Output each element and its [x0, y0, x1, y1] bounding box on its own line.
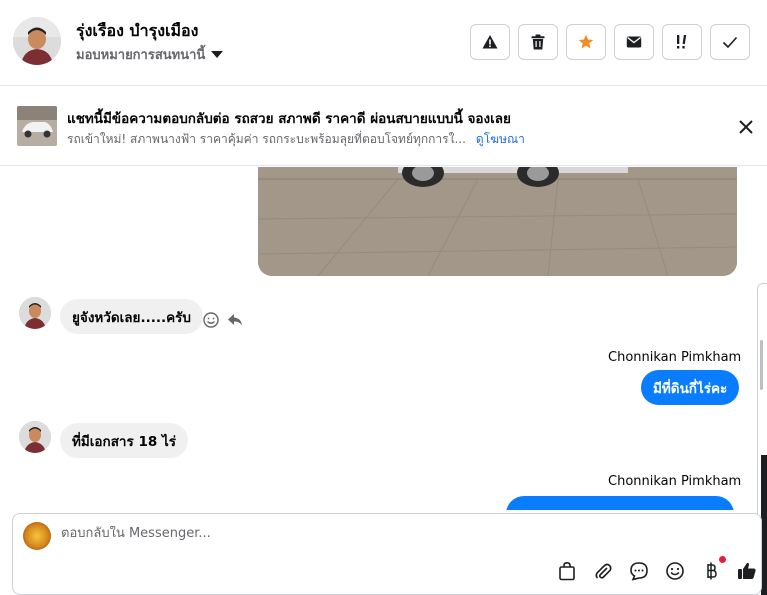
assign-label: มอบหมายการสนทนานี้ — [76, 48, 206, 63]
view-ad-link[interactable]: ดูโฆษณา — [476, 130, 525, 149]
outgoing-message[interactable]: มีที่ดินกี่ไร่คะ — [641, 370, 740, 405]
star-icon — [578, 34, 594, 49]
attach-file-button[interactable] — [592, 560, 614, 582]
exclamation-icon — [677, 35, 687, 49]
paperclip-icon — [595, 563, 612, 579]
envelope-icon — [626, 36, 642, 48]
delete-button[interactable] — [518, 24, 558, 60]
emoji-reaction-icon[interactable] — [202, 311, 220, 329]
ad-title: แชทนี้มีข้อความตอบกลับต่อ รถสวย สภาพดี ร… — [67, 111, 511, 127]
ad-subtitle: รถเข้าใหม่! สภาพนางฟ้า ราคาคุ้มค่า รถกระ… — [67, 132, 466, 146]
trash-icon — [531, 34, 545, 50]
side-panel-scrollbar[interactable] — [760, 340, 763, 390]
message-thread[interactable]: ยูจังหวัดเลย.....ครับ Chonnikan Pimkham … — [0, 167, 767, 510]
reply-input[interactable] — [61, 526, 661, 541]
notification-dot — [719, 556, 726, 563]
report-button[interactable] — [470, 24, 510, 60]
shopping-bag-icon — [559, 561, 575, 581]
shopping-bag-button[interactable] — [556, 560, 578, 582]
ad-subtitle-row: รถเข้าใหม่! สภาพนางฟ้า ราคาคุ้มค่า รถกระ… — [67, 130, 525, 149]
sender-name: Chonnikan Pimkham — [608, 350, 742, 365]
close-icon[interactable] — [737, 118, 755, 136]
conversation-header: รุ่งเรือง บำรุงเมือง มอบหมายการสนทนานี้ — [0, 0, 767, 86]
header-actions — [470, 24, 750, 60]
emoji-icon — [666, 562, 684, 580]
emoji-button[interactable] — [664, 560, 686, 582]
caret-down-icon — [211, 51, 224, 58]
contact-name[interactable]: รุ่งเรือง บำรุงเมือง — [76, 19, 198, 44]
follow-up-button[interactable] — [662, 24, 702, 60]
outgoing-message-partial[interactable] — [506, 496, 734, 510]
reply-icon[interactable] — [226, 311, 244, 329]
assign-conversation-dropdown[interactable]: มอบหมายการสนทนานี้ — [76, 44, 224, 65]
saved-replies-button[interactable] — [628, 560, 650, 582]
thumbs-up-icon — [738, 562, 756, 579]
incoming-message[interactable]: ที่มีเอกสาร 18 ไร่ — [60, 423, 188, 458]
check-icon — [722, 36, 738, 49]
message-actions — [202, 311, 244, 329]
payment-button[interactable] — [700, 556, 726, 582]
star-button[interactable] — [566, 24, 606, 60]
ad-context-banner: แชทนี้มีข้อความตอบกลับต่อ รถสวย สภาพดี ร… — [0, 87, 767, 166]
contact-avatar-small[interactable] — [19, 421, 51, 453]
chat-bubble-icon — [630, 562, 648, 581]
incoming-message[interactable]: ยูจังหวัดเลย.....ครับ — [60, 299, 203, 334]
like-button[interactable] — [736, 560, 758, 582]
composer-tools — [556, 556, 758, 582]
image-attachment[interactable] — [258, 167, 737, 276]
done-button[interactable] — [710, 24, 750, 60]
reply-composer — [12, 513, 762, 595]
ad-thumbnail[interactable] — [17, 106, 57, 146]
mark-unread-button[interactable] — [614, 24, 654, 60]
page-avatar — [23, 522, 51, 550]
contact-avatar[interactable] — [13, 17, 61, 65]
warning-icon — [482, 35, 498, 49]
contact-avatar-small[interactable] — [19, 297, 51, 329]
baht-icon — [707, 562, 717, 580]
sender-name: Chonnikan Pimkham — [608, 474, 742, 489]
